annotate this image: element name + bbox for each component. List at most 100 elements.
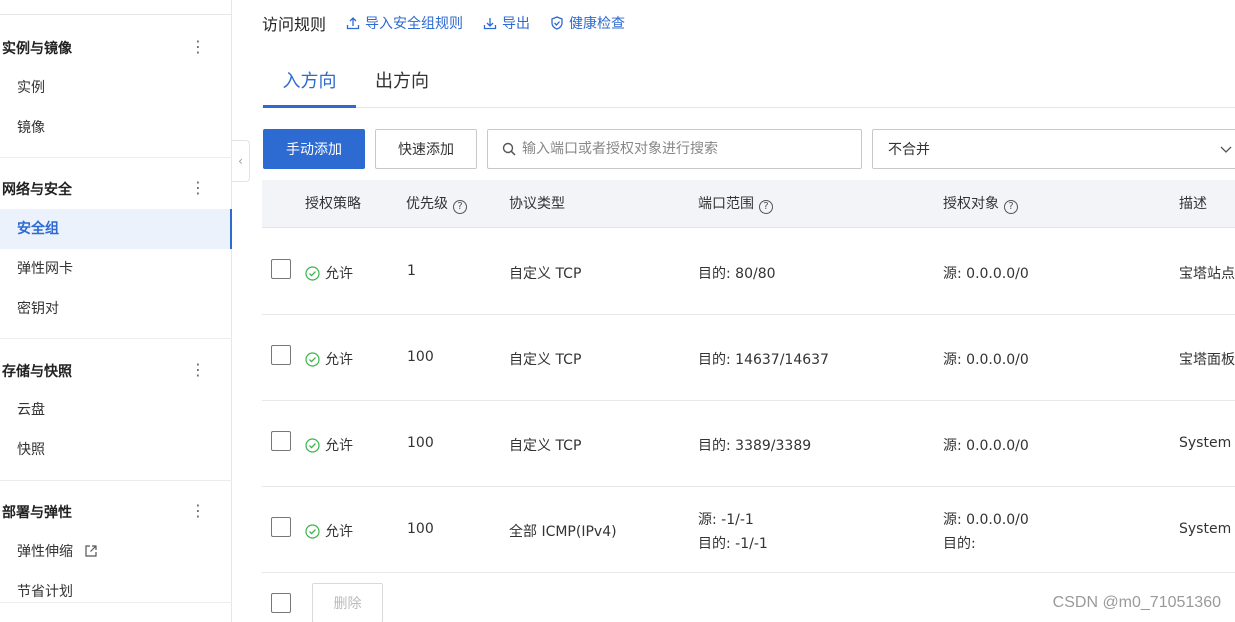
object-cell-source: 源: 0.0.0.0/0 [943, 512, 1029, 528]
toolbar: 手动添加 快速添加 不合并 [262, 129, 1235, 169]
external-link-icon [85, 545, 98, 557]
sidebar-divider [0, 602, 232, 603]
port-cell: 目的: 3389/3389 [698, 438, 812, 454]
sidebar-group-title: 实例与镜像 [2, 41, 72, 57]
sidebar-group-title: 部署与弹性 [2, 505, 72, 521]
main-content: 访问规则 导入安全组规则 导出 健康检查 入方向 出方向 手动添加 快速添加 输… [262, 0, 1235, 622]
merge-select[interactable]: 不合并 [872, 129, 1235, 169]
protocol-cell: 全部 ICMP(IPv4) [509, 524, 617, 540]
sidebar-divider [0, 480, 232, 481]
sidebar-group-title: 网络与安全 [2, 182, 72, 198]
delete-button[interactable]: 删除 [312, 583, 383, 622]
merge-select-value: 不合并 [888, 142, 930, 158]
sidebar-item-image[interactable]: 镜像 [0, 108, 232, 148]
row-checkbox[interactable] [271, 517, 291, 537]
policy-cell: 允许 [305, 521, 353, 541]
select-all-checkbox[interactable] [271, 593, 291, 613]
import-rules-label: 导入安全组规则 [365, 16, 464, 32]
object-cell: 源: 0.0.0.0/0 [943, 352, 1029, 368]
more-icon[interactable]: ⋮ [190, 38, 206, 56]
sidebar-divider [0, 338, 232, 339]
policy-cell: 允许 [305, 349, 353, 369]
protocol-cell: 自定义 TCP [509, 438, 582, 454]
sidebar-item-label: 弹性伸缩 [17, 544, 73, 560]
check-circle-icon [305, 265, 320, 281]
sidebar: 实例与镜像 ⋮ 实例 镜像 网络与安全 ⋮ 安全组 弹性网卡 密钥对 存储与快照… [0, 0, 232, 622]
help-icon[interactable]: ? [453, 200, 467, 214]
priority-cell: 100 [407, 349, 434, 365]
description-cell: System c [1179, 435, 1235, 451]
import-rules-link[interactable]: 导入安全组规则 [346, 13, 463, 33]
port-cell: 目的: 80/80 [698, 266, 776, 282]
health-check-link[interactable]: 健康检查 [550, 13, 625, 33]
column-header-protocol: 协议类型 [509, 196, 565, 212]
manual-add-button[interactable]: 手动添加 [263, 129, 365, 169]
tab-inbound[interactable]: 入方向 [263, 62, 356, 108]
table-row: 允许 100 自定义 TCP 目的: 14637/14637 源: 0.0.0.… [262, 315, 1235, 401]
column-header-label: 优先级 [406, 196, 448, 212]
description-cell: 宝塔站点 [1179, 266, 1235, 282]
priority-cell: 1 [407, 263, 416, 279]
sidebar-item-eni[interactable]: 弹性网卡 [0, 249, 232, 289]
table-header: 授权策略 优先级? 协议类型 端口范围? 授权对象? 描述 [262, 180, 1235, 228]
policy-text: 允许 [325, 438, 353, 454]
check-circle-icon [305, 351, 320, 367]
column-header-label: 授权对象 [943, 196, 999, 212]
column-header-object: 授权对象? [943, 180, 1018, 228]
sidebar-item-snapshot[interactable]: 快照 [0, 430, 232, 470]
export-label: 导出 [502, 16, 531, 32]
sidebar-item-disk[interactable]: 云盘 [0, 390, 232, 430]
sidebar-item-savings-plan[interactable]: 节省计划 [0, 572, 232, 612]
chevron-down-icon [1220, 146, 1232, 153]
search-icon [502, 142, 516, 156]
policy-text: 允许 [325, 266, 353, 282]
row-checkbox[interactable] [271, 431, 291, 451]
table-row: 允许 100 全部 ICMP(IPv4) 源: -1/-1 目的: -1/-1 … [262, 487, 1235, 573]
policy-text: 允许 [325, 524, 353, 540]
object-cell-destination: 目的: [943, 536, 976, 552]
shield-check-icon [551, 16, 563, 30]
sidebar-item-keypair[interactable]: 密钥对 [0, 289, 232, 329]
port-cell-source: 源: -1/-1 [698, 512, 754, 528]
row-checkbox[interactable] [271, 345, 291, 365]
policy-text: 允许 [325, 352, 353, 368]
column-header-policy: 授权策略 [305, 196, 361, 212]
check-circle-icon [305, 523, 320, 539]
column-header-port: 端口范围? [698, 180, 773, 228]
search-box [487, 129, 862, 169]
sidebar-item-security-group[interactable]: 安全组 [0, 209, 232, 249]
column-header-label: 端口范围 [698, 196, 754, 212]
protocol-cell: 自定义 TCP [509, 352, 582, 368]
health-check-label: 健康检查 [569, 16, 626, 32]
help-icon[interactable]: ? [1004, 200, 1018, 214]
more-icon[interactable]: ⋮ [190, 179, 206, 197]
direction-tabs: 入方向 出方向 [262, 62, 1235, 108]
sidebar-item-instance[interactable]: 实例 [0, 68, 232, 108]
download-icon [483, 18, 497, 30]
search-input[interactable] [522, 141, 842, 157]
table-row: 允许 100 自定义 TCP 目的: 3389/3389 源: 0.0.0.0/… [262, 401, 1235, 487]
description-cell: 宝塔面板 [1179, 352, 1235, 368]
quick-add-button[interactable]: 快速添加 [375, 129, 477, 169]
table-row: 允许 1 自定义 TCP 目的: 80/80 源: 0.0.0.0/0 宝塔站点 [262, 229, 1235, 315]
sidebar-top-divider [0, 14, 232, 15]
sidebar-divider [0, 157, 232, 158]
export-link[interactable]: 导出 [483, 13, 530, 33]
policy-cell: 允许 [305, 435, 353, 455]
upload-icon [346, 17, 360, 30]
object-cell: 源: 0.0.0.0/0 [943, 438, 1029, 454]
priority-cell: 100 [407, 435, 434, 451]
check-circle-icon [305, 437, 320, 453]
column-header-priority: 优先级? [406, 180, 467, 228]
port-cell: 目的: 14637/14637 [698, 352, 829, 368]
more-icon[interactable]: ⋮ [190, 361, 206, 379]
row-checkbox[interactable] [271, 259, 291, 279]
protocol-cell: 自定义 TCP [509, 266, 582, 282]
sidebar-item-autoscaling[interactable]: 弹性伸缩 [0, 532, 232, 572]
watermark: CSDN @m0_71051360 [1052, 594, 1221, 611]
sidebar-collapse-button[interactable]: ‹ [232, 140, 250, 182]
help-icon[interactable]: ? [759, 200, 773, 214]
port-cell-destination: 目的: -1/-1 [698, 536, 768, 552]
tab-outbound[interactable]: 出方向 [362, 62, 442, 108]
more-icon[interactable]: ⋮ [190, 502, 206, 520]
